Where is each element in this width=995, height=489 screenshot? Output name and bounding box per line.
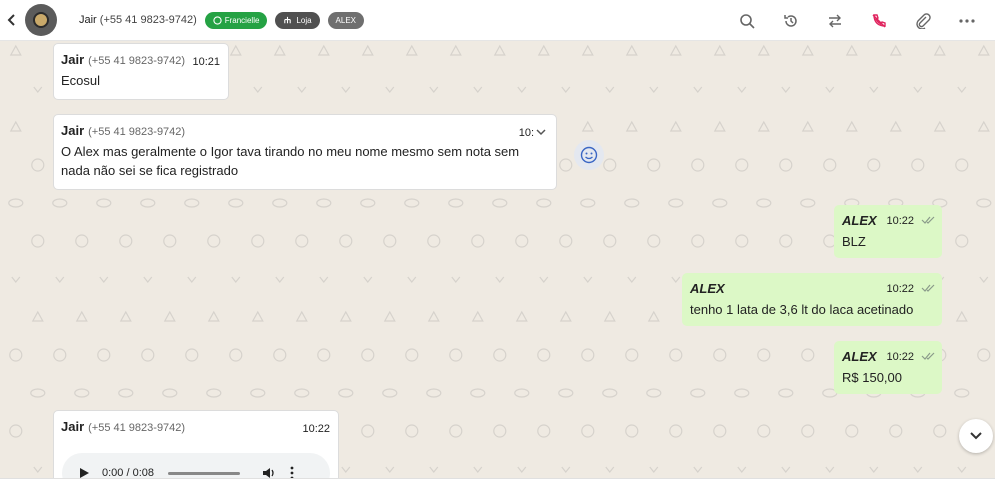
message-time: 10:22 [886,215,914,227]
message-time: 10:21 [192,56,220,68]
sender-name: Jair [61,52,85,67]
history-icon [784,14,797,27]
audio-more-icon[interactable] [290,466,294,478]
more-options-button[interactable] [945,0,989,41]
avatar[interactable] [25,4,57,36]
smiley-icon [580,146,598,164]
audio-seek-bar[interactable] [168,471,240,475]
history-button[interactable] [769,0,813,41]
header-toolbar [725,0,989,41]
double-check-icon [921,352,935,360]
message-time: 10:22 [886,283,914,295]
store-badge[interactable]: Loja [275,11,320,29]
contact-phone: (+55 41 9823-9742) [99,14,197,26]
sender-phone: (+55 41 9823-9742) [88,422,186,434]
sender-name: ALEX [842,349,877,364]
audio-progress: 0:00 / 0:08 [102,467,154,478]
outgoing-message[interactable]: ALEX 10:22 BLZ [834,205,942,258]
outgoing-message[interactable]: ALEX 10:22 tenho 1 lata de 3,6 lt do lac… [682,273,942,326]
message-menu-chevron-icon[interactable] [536,129,546,136]
paperclip-icon [916,12,931,29]
sender-name: Jair [61,123,85,138]
transfer-icon [829,14,841,27]
sitemap-icon [284,16,292,23]
message-time: 10:22 [886,351,914,363]
message-text: tenho 1 lata de 3,6 lt do laca acetinado [690,302,914,317]
contact-info[interactable]: Jair (+55 41 9823-9742) [79,14,197,26]
chevron-left-icon [7,14,15,26]
search-icon [740,13,755,29]
chat-area: Jair (+55 41 9823-9742) 10:21 Ecosul Jair… [0,41,995,478]
badge-label: ALEX [335,15,357,25]
more-icon [959,18,975,23]
message-text: Ecosul [61,73,101,88]
attach-button[interactable] [901,0,945,41]
transfer-button[interactable] [813,0,857,41]
message-time: 10:22 [302,423,330,435]
double-check-icon [921,284,935,292]
incoming-message[interactable]: Jair (+55 41 9823-9742) 10: O Alex mas ge… [53,114,557,190]
message-text: R$ 150,00 [842,370,902,385]
whatsapp-icon [213,15,222,25]
end-call-icon [872,13,886,27]
scroll-down-button[interactable] [959,419,993,453]
sender-name: ALEX [690,281,725,296]
sender-phone: (+55 41 9823-9742) [88,126,186,138]
volume-icon[interactable] [262,467,276,478]
composer-bar [0,478,995,489]
sender-phone: (+55 41 9823-9742) [88,55,186,67]
whatsapp-channel-badge[interactable]: Francielle [204,11,268,29]
incoming-message[interactable]: Jair (+55 41 9823-9742) 10:21 Ecosul [53,43,229,100]
message-time: 10: [518,127,534,139]
sender-name: ALEX [842,213,877,228]
audio-player: 0:00 / 0:08 [62,453,330,478]
back-button[interactable] [2,13,22,27]
badge-label: Francielle [224,15,260,25]
search-button[interactable] [725,0,769,41]
agent-badge[interactable]: ALEX [327,11,365,29]
play-icon[interactable] [78,467,90,478]
end-call-button[interactable] [857,0,901,41]
message-text: BLZ [842,234,866,249]
outgoing-message[interactable]: ALEX 10:22 R$ 150,00 [834,341,942,394]
message-text: O Alex mas geralmente o Igor tava tirand… [61,144,520,178]
chat-header: Jair (+55 41 9823-9742) Francielle Loja … [0,0,995,41]
chevron-down-icon [970,432,982,440]
sender-name: Jair [61,419,85,434]
react-emoji-button[interactable] [574,140,604,170]
double-check-icon [921,216,935,224]
contact-name: Jair [79,14,97,26]
badge-label: Loja [296,15,312,25]
incoming-audio-message[interactable]: Jair (+55 41 9823-9742) 10:22 0:00 / 0:08 [53,410,339,478]
